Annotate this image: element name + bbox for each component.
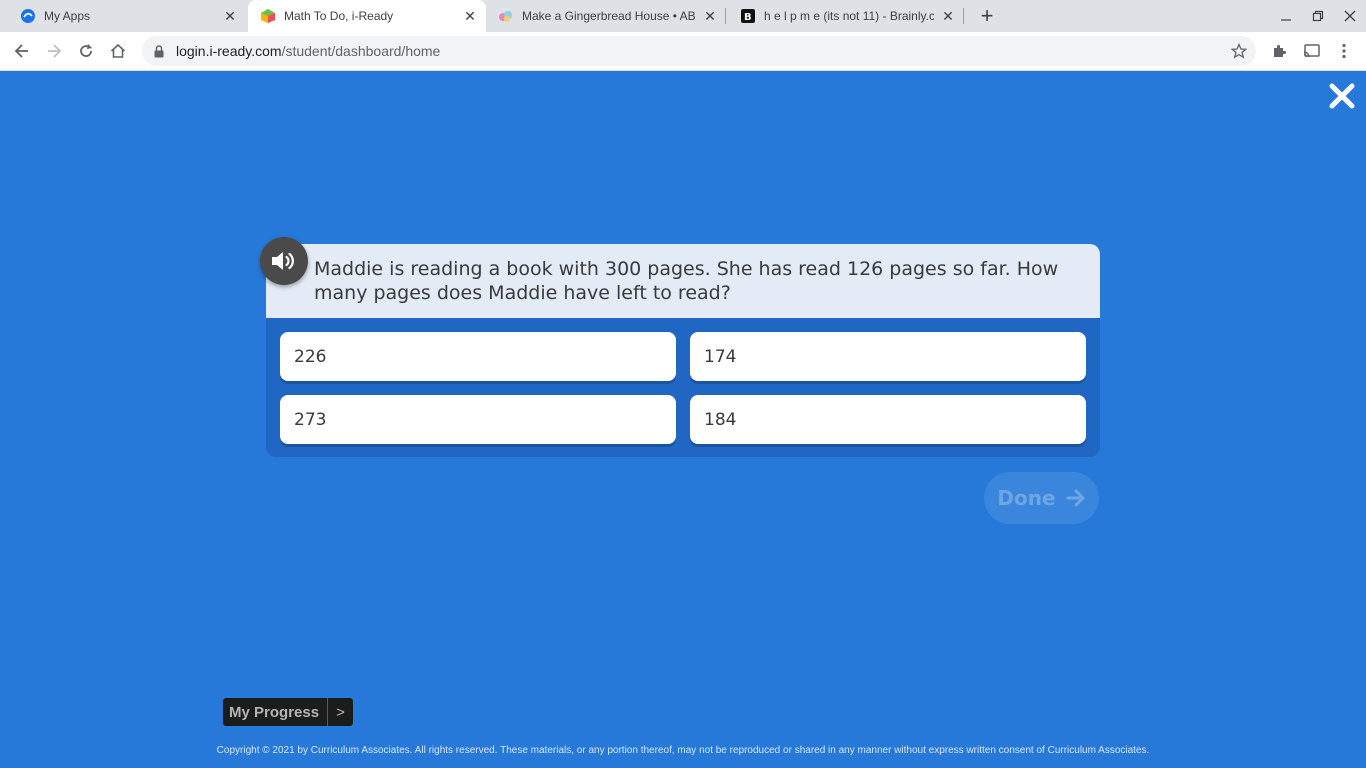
reload-icon[interactable]: [71, 36, 101, 66]
tab-brainly[interactable]: B h e l p m e (its not 11) - Brainly.com…: [728, 0, 964, 32]
answer-option-1[interactable]: 226: [280, 332, 676, 381]
address-bar[interactable]: login.i-ready.com/student/dashboard/home: [142, 36, 1256, 66]
speaker-icon: [272, 252, 294, 270]
answer-option-4[interactable]: 184: [690, 395, 1086, 444]
close-lesson-icon[interactable]: [1326, 80, 1358, 112]
home-icon[interactable]: [103, 36, 133, 66]
answer-option-2[interactable]: 174: [690, 332, 1086, 381]
forward-icon[interactable]: [39, 36, 69, 66]
menu-kebab-icon[interactable]: [1333, 40, 1355, 62]
close-tab-icon[interactable]: ✕: [222, 8, 238, 24]
question-card: Maddie is reading a book with 300 pages.…: [266, 244, 1100, 457]
back-icon[interactable]: [7, 36, 37, 66]
tab-separator: [725, 8, 726, 24]
question-text: Maddie is reading a book with 300 pages.…: [314, 258, 1059, 304]
my-progress-label: My Progress: [229, 703, 320, 721]
chevron-right-icon: >: [327, 698, 353, 726]
copyright-footer: Copyright © 2021 by Curriculum Associate…: [216, 745, 1150, 756]
read-aloud-speaker-button[interactable]: [260, 237, 308, 285]
my-progress-button[interactable]: My Progress >: [223, 698, 354, 726]
tab-my-apps[interactable]: My Apps ✕: [8, 0, 246, 32]
iready-icon: [260, 8, 276, 24]
abcya-icon: [498, 8, 514, 24]
tab-title: Make a Gingerbread House • ABC: [522, 9, 696, 23]
new-tab-icon[interactable]: +: [976, 3, 998, 28]
close-tab-icon[interactable]: ✕: [462, 8, 478, 24]
extensions-puzzle-icon[interactable]: [1268, 40, 1290, 62]
tab-iready[interactable]: Math To Do, i-Ready ✕: [248, 0, 486, 32]
cast-icon[interactable]: [1301, 40, 1323, 62]
tab-separator: [963, 8, 964, 24]
url-host: login.i-ready.com: [176, 43, 282, 59]
tab-title: Math To Do, i-Ready: [284, 9, 394, 23]
close-tab-icon[interactable]: ✕: [940, 8, 956, 24]
close-window-icon[interactable]: [1334, 0, 1366, 32]
arrow-right-icon: [1066, 489, 1085, 507]
brainly-icon: B: [740, 8, 756, 24]
url-path: /student/dashboard/home: [281, 43, 441, 59]
done-button[interactable]: Done: [984, 472, 1099, 524]
restore-icon[interactable]: [1302, 0, 1334, 32]
answer-option-3[interactable]: 273: [280, 395, 676, 444]
done-label: Done: [997, 486, 1056, 510]
url-text: login.i-ready.com/student/dashboard/home: [176, 43, 440, 59]
browser-toolbar: login.i-ready.com/student/dashboard/home: [0, 32, 1366, 71]
svg-text:B: B: [744, 12, 752, 23]
tab-title: My Apps: [44, 9, 91, 23]
browser-tab-bar: My Apps ✕ Math To Do, i-Ready ✕ Make a G…: [0, 0, 1366, 32]
bookmark-star-icon[interactable]: [1230, 42, 1248, 60]
clever-icon: [20, 8, 36, 24]
tab-title: h e l p m e (its not 11) - Brainly.com: [764, 9, 934, 23]
close-tab-icon[interactable]: ✕: [702, 8, 718, 24]
tab-gingerbread[interactable]: Make a Gingerbread House • ABC ✕: [486, 0, 726, 32]
minimize-icon[interactable]: [1270, 0, 1302, 32]
lock-icon[interactable]: [152, 44, 166, 58]
question-header: Maddie is reading a book with 300 pages.…: [266, 244, 1100, 318]
